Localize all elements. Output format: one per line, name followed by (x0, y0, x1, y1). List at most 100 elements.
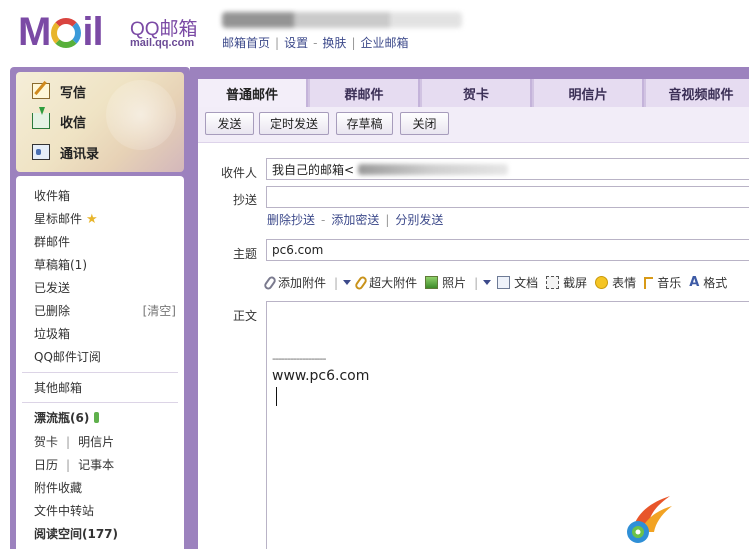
tab-av-mail[interactable]: 音视频邮件 (646, 79, 749, 107)
inbox-download-icon (32, 107, 50, 129)
folder-subscriptions[interactable]: QQ邮件订阅 (34, 348, 101, 365)
music-label: 音乐 (657, 276, 682, 290)
send-separately-link[interactable]: 分别发送 (395, 213, 443, 227)
link-calendar[interactable]: 日历 (34, 458, 58, 472)
folder-inbox[interactable]: 收件箱 (34, 187, 70, 204)
format-label: 格式 (703, 276, 728, 290)
folder-group[interactable]: 群邮件 (34, 233, 70, 250)
calendar-row: 日历 | 记事本 (34, 458, 115, 472)
signature-text: www.pc6.com (272, 368, 370, 384)
emoji-label: 表情 (612, 276, 637, 290)
link-skin[interactable]: 换肤 (322, 36, 346, 50)
drift-bottle-label: 漂流瓶(6) (34, 411, 90, 425)
account-name-blurred (222, 12, 462, 28)
compose-button[interactable]: 写信 (32, 80, 86, 102)
to-recipient-text: 我自己的邮箱< (272, 162, 355, 177)
signature-divider: ------------------ (272, 352, 326, 365)
contacts-label: 通讯录 (60, 146, 100, 162)
logo-ring-icon (51, 18, 82, 48)
close-button[interactable]: 关闭 (400, 112, 449, 135)
link-enterprise-mail[interactable]: 企业邮箱 (360, 36, 408, 50)
folder-deleted[interactable]: 已删除 (34, 302, 70, 319)
music-button[interactable]: 音乐 (644, 274, 681, 291)
document-button[interactable]: 文档 (497, 274, 538, 291)
contacts-button[interactable]: 通讯录 (32, 141, 99, 163)
to-label: 收件人 (220, 166, 257, 180)
link-mail-home[interactable]: 邮箱首页 (222, 36, 270, 50)
link-settings[interactable]: 设置 (284, 36, 308, 50)
site-watermark-logo-icon (627, 496, 672, 543)
compose-tabs: 普通邮件 群邮件 贺卡 明信片 音视频邮件 (198, 79, 749, 107)
emoji-button[interactable]: 表情 (595, 274, 636, 291)
link-notepad[interactable]: 记事本 (78, 458, 114, 472)
header-links: 邮箱首页 | 设置 - 换肤 | 企业邮箱 (222, 36, 409, 50)
folder-divider (22, 402, 178, 403)
document-label: 文档 (514, 276, 539, 290)
reading-space[interactable]: 阅读空间(177) (34, 525, 118, 542)
screenshot-icon (546, 276, 560, 289)
cards-row: 贺卡 | 明信片 (34, 435, 115, 449)
receive-label: 收信 (60, 115, 87, 131)
folder-spam[interactable]: 垃圾箱 (34, 325, 70, 342)
quick-panel-decoration (106, 80, 176, 150)
text-cursor (276, 387, 277, 406)
contacts-icon (32, 144, 50, 160)
tab-greeting-card[interactable]: 贺卡 (422, 79, 532, 107)
document-icon (497, 276, 511, 289)
big-attachment-button[interactable]: 超大附件 (353, 274, 418, 291)
big-paperclip-icon (353, 274, 369, 291)
music-note-icon (644, 276, 654, 289)
to-field[interactable]: 我自己的邮箱< (266, 158, 749, 180)
big-attachment-label: 超大附件 (369, 276, 418, 290)
cc-links: 删除抄送 - 添加密送 | 分别发送 (267, 213, 444, 227)
screenshot-button[interactable]: 截屏 (546, 274, 587, 291)
body-editor[interactable] (266, 301, 749, 549)
folder-starred-label: 星标邮件 (34, 212, 83, 226)
font-format-icon: A (689, 275, 700, 290)
receive-mail-button[interactable]: 收信 (32, 107, 87, 132)
empty-trash-link[interactable]: [清空] (143, 302, 176, 319)
body-label: 正文 (232, 309, 257, 323)
screenshot-label: 截屏 (563, 276, 588, 290)
save-draft-button[interactable]: 存草稿 (336, 112, 393, 135)
add-bcc-link[interactable]: 添加密送 (331, 213, 379, 227)
drift-bottle[interactable]: 漂流瓶(6) (34, 409, 100, 426)
compose-toolbar: 发送 定时发送 存草稿 关闭 (198, 107, 749, 143)
add-attachment-button[interactable]: 添加附件 (262, 274, 327, 291)
send-button[interactable]: 发送 (205, 112, 254, 135)
logo-wordmark: Mil (18, 10, 104, 54)
link-postcard[interactable]: 明信片 (78, 435, 114, 449)
cc-label: 抄送 (232, 193, 257, 207)
bottle-icon (94, 412, 100, 423)
folder-drafts[interactable]: 草稿箱(1) (34, 256, 87, 273)
add-attachment-label: 添加附件 (278, 276, 327, 290)
folder-starred[interactable]: 星标邮件 ★ (34, 210, 98, 227)
logo-url-text: mail.qq.com (130, 37, 195, 49)
photo-label: 照片 (442, 276, 467, 290)
smiley-icon (595, 276, 609, 289)
subject-text: pc6.com (272, 243, 324, 257)
attachment-toolbar: 添加附件 | 超大附件 照片 | 文档 截屏 表情 音乐 A 格式 (262, 274, 735, 291)
format-button[interactable]: A 格式 (689, 274, 727, 291)
cc-field[interactable] (266, 186, 749, 208)
photo-button[interactable]: 照片 (425, 274, 466, 291)
qq-mail-compose-page: Mil QQ邮箱 mail.qq.com 邮箱首页 | 设置 - 换肤 | 企业邮箱 写信 … (0, 0, 749, 549)
qq-mail-logo[interactable]: Mil QQ邮箱 mail.qq.com (18, 12, 208, 52)
attachment-dropdown-icon[interactable] (343, 280, 352, 285)
recipient-address-blurred (358, 163, 509, 175)
tab-normal-mail[interactable]: 普通邮件 (198, 79, 308, 107)
scheduled-send-button[interactable]: 定时发送 (259, 112, 329, 135)
tab-postcard[interactable]: 明信片 (534, 79, 644, 107)
folder-other-mailboxes[interactable]: 其他邮箱 (34, 379, 82, 396)
tab-group-mail[interactable]: 群邮件 (310, 79, 420, 107)
link-greeting-card[interactable]: 贺卡 (34, 435, 58, 449)
subject-label: 主题 (232, 247, 257, 261)
star-icon: ★ (86, 212, 98, 227)
photo-dropdown-icon[interactable] (483, 280, 492, 285)
compose-icon (32, 83, 50, 99)
subject-field[interactable]: pc6.com (266, 239, 749, 261)
folder-file-transfer[interactable]: 文件中转站 (34, 502, 94, 519)
folder-attachment-favorites[interactable]: 附件收藏 (34, 479, 82, 496)
folder-sent[interactable]: 已发送 (34, 279, 70, 296)
remove-cc-link[interactable]: 删除抄送 (267, 213, 315, 227)
